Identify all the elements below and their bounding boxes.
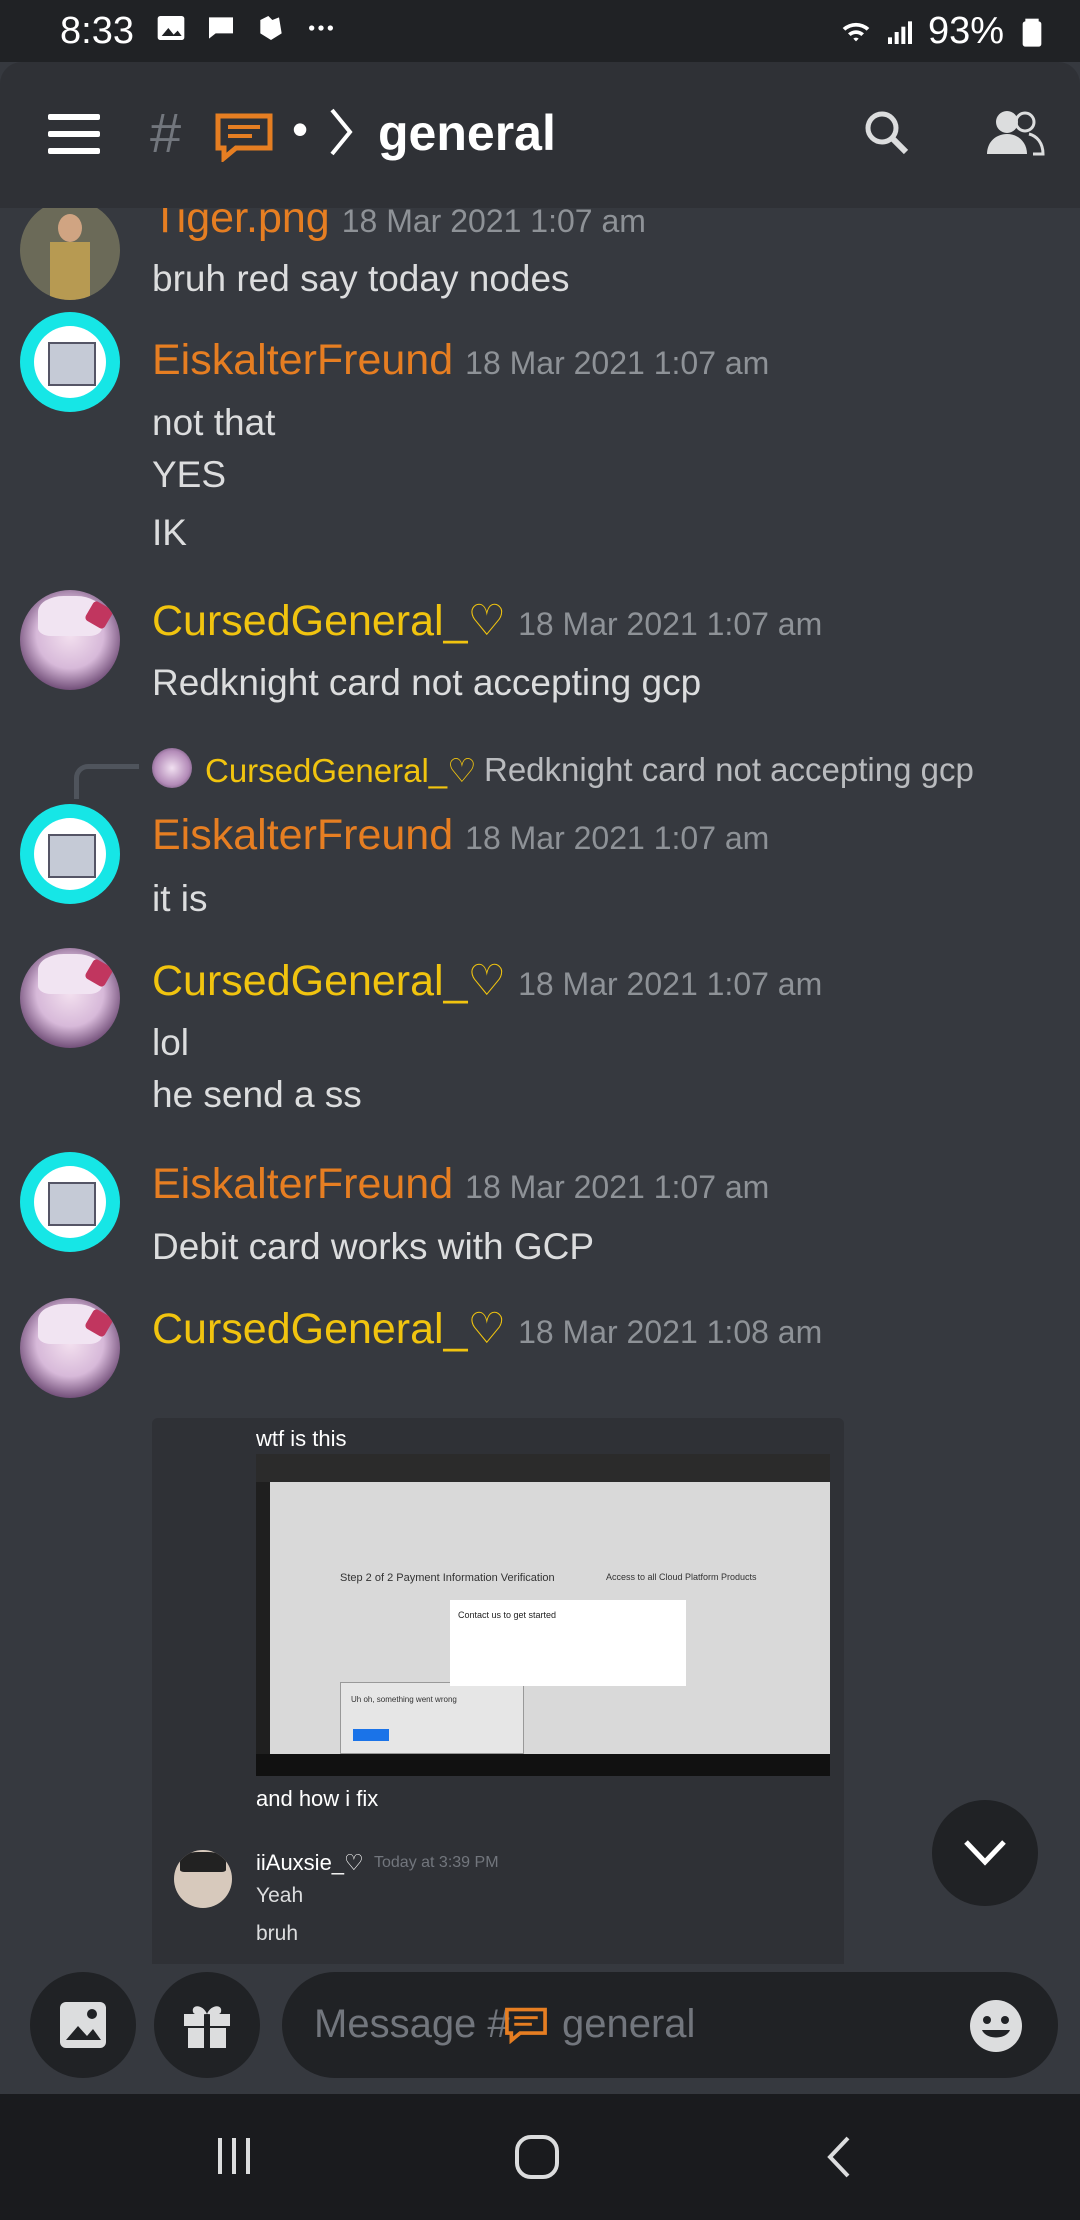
message-timestamp: 18 Mar 2021 1:08 am [518,1314,823,1350]
message-timestamp: 18 Mar 2021 1:07 am [465,345,770,381]
signal-icon [887,20,912,44]
message-input[interactable]: Message # general [282,1972,1058,2078]
avatar[interactable] [20,804,120,904]
status-time: 8:33 [60,10,134,52]
nested-line: bruh [256,1922,299,1945]
message-placeholder: Message # [314,2002,510,2046]
message-text: IK [152,512,187,553]
message-timestamp: 18 Mar 2021 1:07 am [465,1169,770,1205]
message-timestamp: 18 Mar 2021 1:07 am [518,966,823,1002]
channel-header: # • general [0,62,1080,208]
status-bar: 8:33 93% [0,0,1080,62]
attachment-caption-top: wtf is this [256,1426,347,1451]
message-text: not that [152,402,276,443]
screenshot-modal-title: Contact us to get started [458,1610,557,1620]
message-author[interactable]: CursedGeneral_♡ 18 Mar 2021 1:08 am [152,1304,822,1354]
search-icon[interactable] [862,108,912,158]
message-author[interactable]: CursedGeneral_♡ 18 Mar 2021 1:07 am [152,596,822,646]
attach-image-button[interactable] [30,1972,136,2078]
screenshot-error: Uh oh, something went wrong [351,1695,457,1704]
reply-connector [74,764,139,799]
channel-title[interactable]: general [378,104,556,162]
emoji-icon[interactable] [968,1998,1024,2054]
system-navigation-bar [0,2094,1080,2220]
more-notifications-icon [309,25,333,31]
wifi-icon [842,22,870,41]
jump-to-present-button[interactable] [932,1800,1038,1906]
nested-author: iiAuxsie_♡ [256,1850,364,1875]
members-icon[interactable] [985,108,1045,158]
channel-chat-emoji-icon [505,2007,547,2044]
message-author[interactable]: EiskalterFreund 18 Mar 2021 1:07 am [152,1160,769,1209]
screenshot-side-heading: Access to all Cloud Platform Products [606,1572,757,1582]
message-composer: Message # general [0,1964,1080,2094]
message-author[interactable]: EiskalterFreund 18 Mar 2021 1:07 am [152,336,769,385]
attachment-caption-bottom: and how i fix [256,1786,379,1811]
message-text: YES [152,454,227,495]
back-icon[interactable] [824,2134,854,2180]
chevron-down-icon [964,1840,1006,1866]
nested-line: Yeah [256,1884,304,1907]
message-text: bruh red say today nodes [152,258,570,299]
screenshot-heading: Step 2 of 2 Payment Information Verifica… [340,1572,555,1584]
message-author[interactable]: CursedGeneral_♡ 18 Mar 2021 1:07 am [152,956,822,1006]
gallery-icon [157,16,185,40]
message-author[interactable]: EiskalterFreund 18 Mar 2021 1:07 am [152,811,769,860]
image-attachment[interactable]: wtf is this Step 2 of 2 Payment Informat… [152,1418,844,1968]
message-list[interactable]: Tiger.png 18 Mar 2021 1:07 am bruh red sa… [0,208,1080,1968]
message-author[interactable]: Tiger.png 18 Mar 2021 1:07 am [152,208,646,243]
message-timestamp: 18 Mar 2021 1:07 am [518,606,823,642]
image-icon [60,2002,106,2048]
nested-avatar [174,1850,232,1908]
gift-button[interactable] [154,1972,260,2078]
message-text: he send a ss [152,1074,362,1115]
avatar[interactable] [20,590,120,690]
menu-icon[interactable] [48,114,100,165]
channel-chat-emoji-icon [215,113,273,162]
channel-separator: • [292,103,309,155]
chevron-right-icon [330,108,353,156]
battery-icon [1022,18,1042,47]
chat-icon [209,17,233,39]
recent-apps-icon[interactable] [212,2134,256,2178]
gift-icon [184,2006,230,2048]
nested-timestamp: Today at 3:39 PM [374,1854,499,1871]
home-icon[interactable] [514,2134,560,2180]
message-text: lol [152,1022,190,1063]
message-timestamp: 18 Mar 2021 1:07 am [465,820,770,856]
discord-notification-icon [260,16,282,40]
avatar[interactable] [20,948,120,1048]
message-text: it is [152,878,208,919]
avatar[interactable] [20,208,120,300]
status-notification-icons [155,12,337,44]
message-text: Debit card works with GCP [152,1226,595,1267]
message-timestamp: 18 Mar 2021 1:07 am [341,208,646,239]
channel-hash: # [150,101,182,164]
reply-author[interactable]: CursedGeneral_♡ [205,751,477,790]
avatar[interactable] [20,1298,120,1398]
reply-avatar [152,748,192,788]
message-text: Redknight card not accepting gcp [152,662,702,703]
embedded-screenshot: Step 2 of 2 Payment Information Verifica… [256,1454,830,1776]
battery-percentage: 93% [927,10,1004,52]
avatar[interactable] [20,312,120,412]
reply-text[interactable]: Redknight card not accepting gcp [484,751,974,789]
message-placeholder-channel: general [562,2002,696,2046]
avatar[interactable] [20,1152,120,1252]
